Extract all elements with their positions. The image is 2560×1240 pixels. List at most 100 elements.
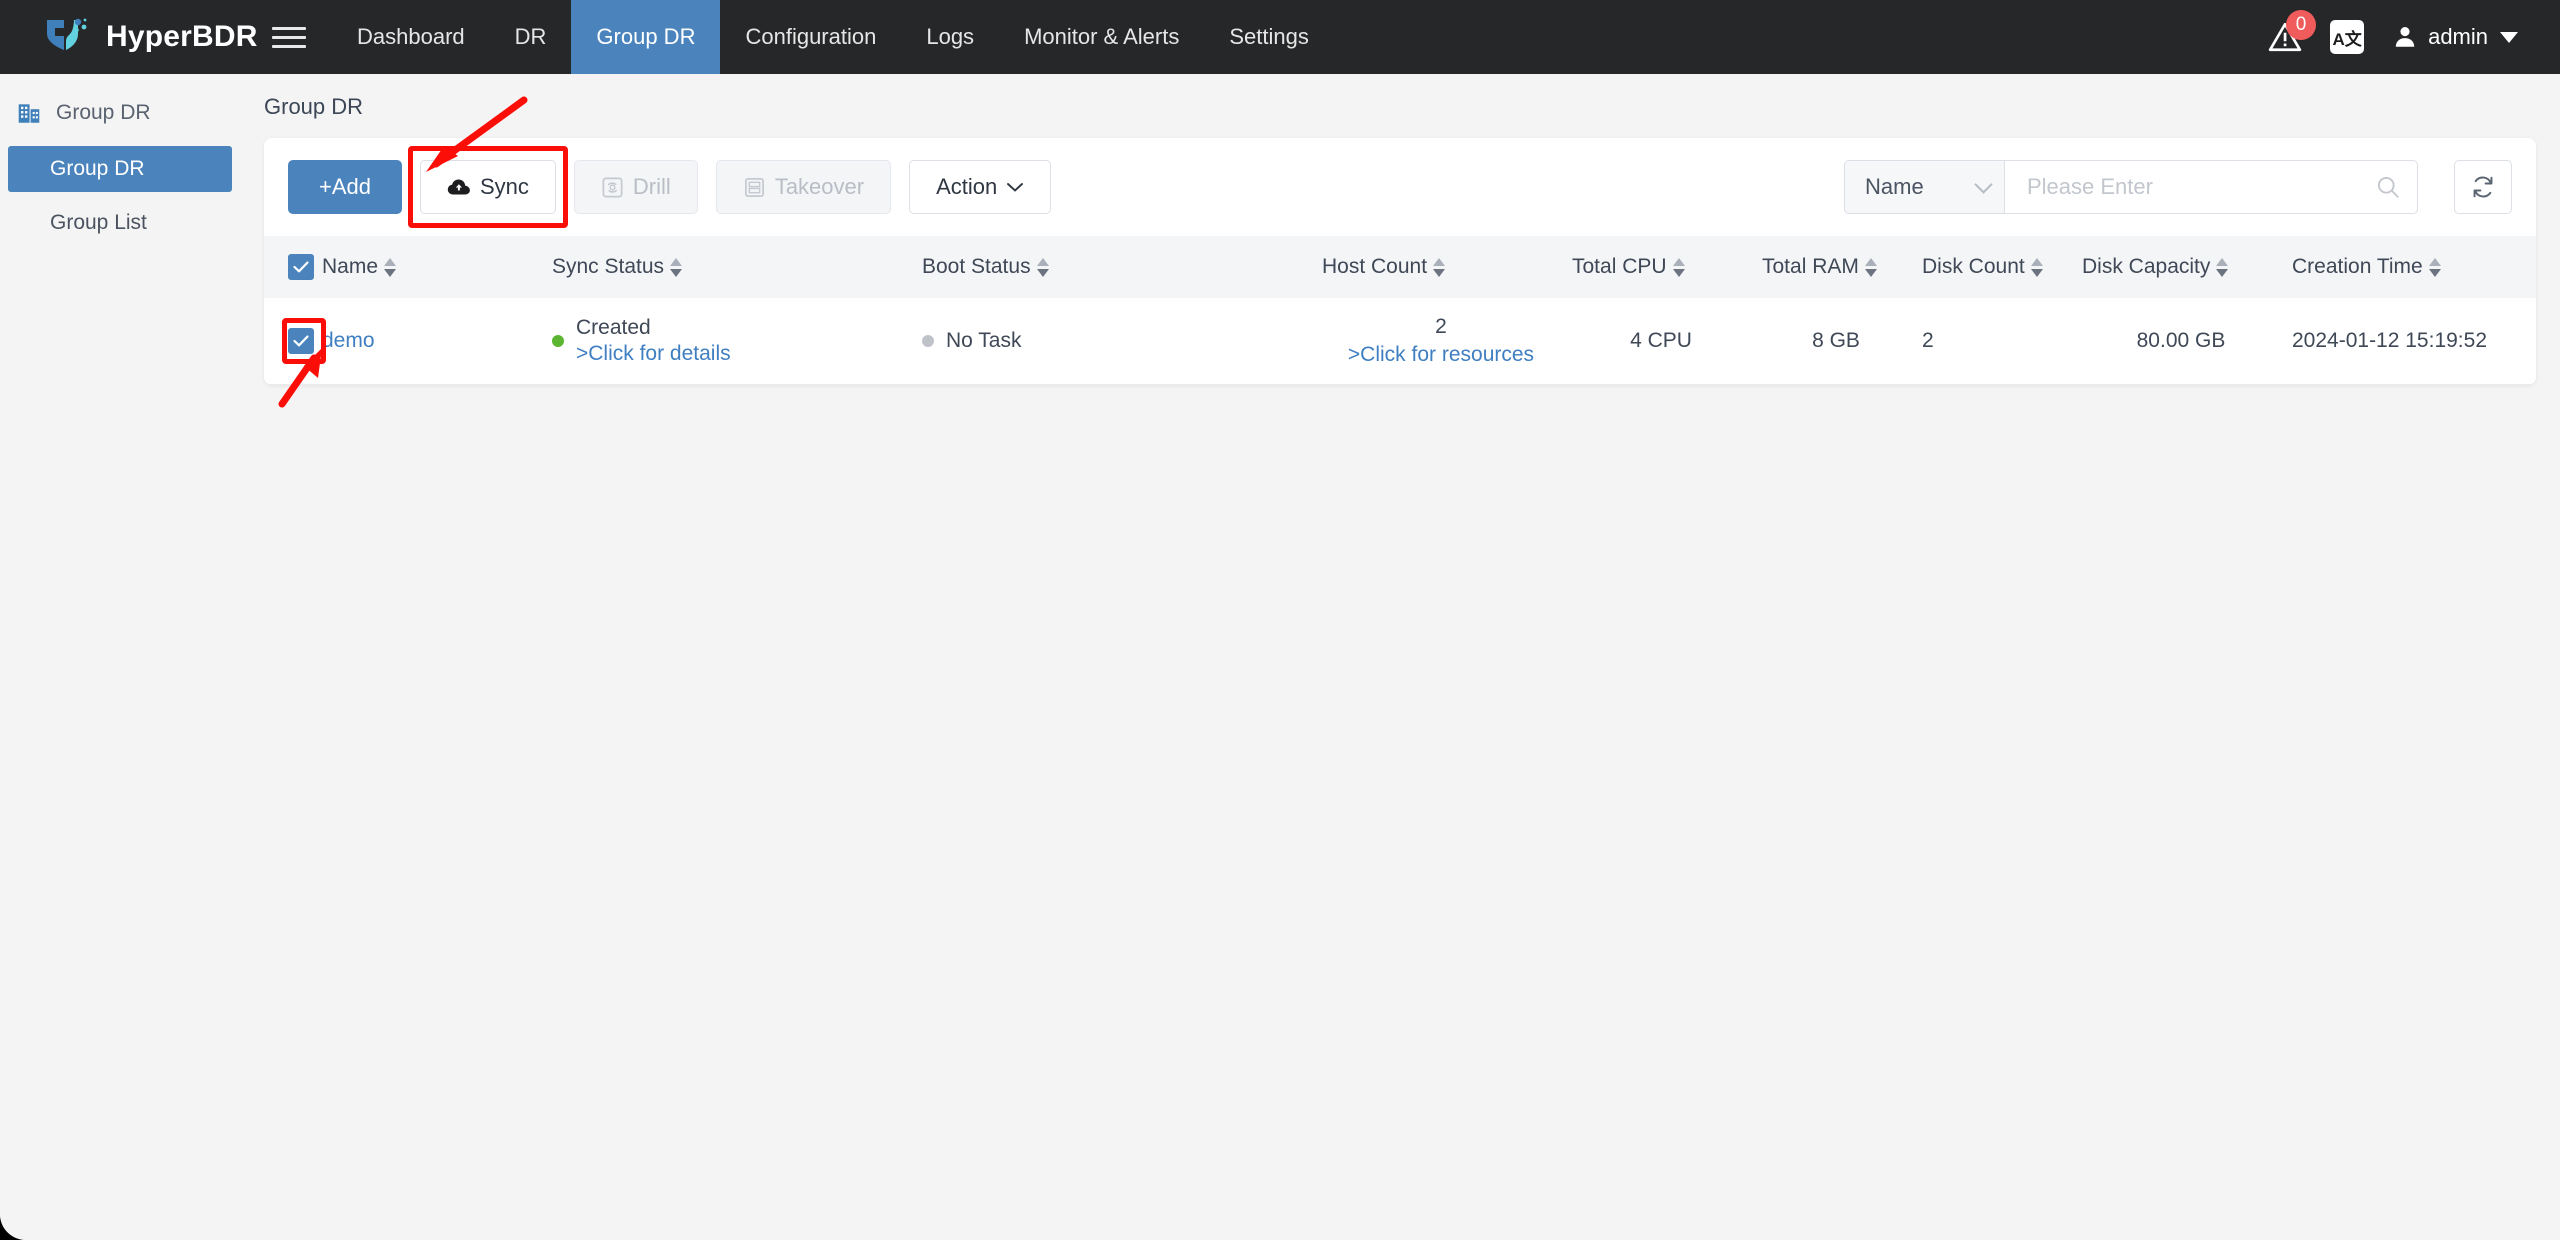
refresh-icon xyxy=(2473,176,2493,198)
nav-item-logs[interactable]: Logs xyxy=(901,0,999,74)
alert-count-badge: 0 xyxy=(2286,10,2317,40)
column-header-label: Disk Capacity xyxy=(2082,255,2211,278)
cell-boot-status: No Task xyxy=(916,298,1316,385)
refresh-button[interactable] xyxy=(2454,160,2512,214)
sync-status-details-link[interactable]: >Click for details xyxy=(576,341,731,367)
column-header-label: Boot Status xyxy=(922,255,1031,278)
column-header-host-count[interactable]: Host Count xyxy=(1316,236,1566,298)
cell-disk-capacity: 80.00 GB xyxy=(2076,298,2286,385)
chevron-down-icon xyxy=(2500,31,2518,43)
column-header-name[interactable]: Name xyxy=(316,236,546,298)
cell-sync-status: Created >Click for details xyxy=(546,298,916,385)
column-header-label: Disk Count xyxy=(1922,255,2025,278)
search-input[interactable] xyxy=(2027,174,2375,200)
select-all-checkbox[interactable] xyxy=(288,254,314,280)
application-window: HyperBDR Dashboard DR Group DR Configura… xyxy=(0,0,2560,1240)
sidebar-item-group-dr[interactable]: Group DR xyxy=(8,146,232,192)
group-dr-table: Name Sync Status Boot Status Host Count … xyxy=(264,236,2536,385)
nav-item-configuration[interactable]: Configuration xyxy=(720,0,901,74)
column-header-label: Name xyxy=(322,255,379,278)
sort-toggle-icon[interactable] xyxy=(1672,257,1685,277)
toolbar: +Add Sync Drill Takeover Action Name Ple… xyxy=(264,138,2536,236)
cell-name: demo xyxy=(316,298,546,385)
sort-toggle-icon[interactable] xyxy=(1864,257,1877,277)
column-header-creation-time[interactable]: Creation Time xyxy=(2286,236,2536,298)
sync-status-dot xyxy=(552,334,564,347)
sidebar-section-header: Group DR xyxy=(0,88,240,138)
action-dropdown-button[interactable]: Action xyxy=(909,160,1052,214)
group-name-link[interactable]: demo xyxy=(322,329,375,352)
search-icon[interactable] xyxy=(2375,174,2401,200)
table-header-row: Name Sync Status Boot Status Host Count … xyxy=(264,236,2536,298)
host-count-value: 2 xyxy=(1435,314,1447,338)
row-select-cell xyxy=(264,298,326,385)
column-header-total-ram[interactable]: Total RAM xyxy=(1756,236,1916,298)
chevron-down-icon xyxy=(1007,183,1024,192)
cloud-upload-icon xyxy=(447,179,470,195)
building-icon xyxy=(18,104,40,123)
sort-toggle-icon[interactable] xyxy=(670,257,683,277)
column-header-disk-capacity[interactable]: Disk Capacity xyxy=(2076,236,2286,298)
search-field-select[interactable]: Name xyxy=(1844,160,2004,214)
column-header-total-cpu[interactable]: Total CPU xyxy=(1566,236,1756,298)
content-area: Group DR +Add Sync Drill Takeover Action… xyxy=(240,74,2560,1240)
user-menu[interactable]: admin xyxy=(2392,23,2518,51)
nav-item-dashboard[interactable]: Dashboard xyxy=(332,0,490,74)
boot-status-text: No Task xyxy=(946,328,1022,352)
nav-item-dr[interactable]: DR xyxy=(490,0,572,74)
column-header-label: Total RAM xyxy=(1762,255,1859,278)
column-header-label: Host Count xyxy=(1322,255,1428,278)
row-select-checkbox[interactable] xyxy=(288,327,314,354)
sort-toggle-icon[interactable] xyxy=(1036,257,1049,277)
sort-toggle-icon[interactable] xyxy=(2030,257,2043,277)
column-header-label: Creation Time xyxy=(2292,255,2423,278)
host-resources-link[interactable]: >Click for resources xyxy=(1322,343,1560,367)
search-field-value: Name xyxy=(1865,174,1924,199)
drill-button-label: Drill xyxy=(632,174,671,199)
group-dr-card: +Add Sync Drill Takeover Action Name Ple… xyxy=(264,138,2536,385)
sort-toggle-icon[interactable] xyxy=(384,257,397,277)
nav-item-settings[interactable]: Settings xyxy=(1204,0,1334,74)
brand-name: HyperBDR xyxy=(106,20,258,53)
search-input-wrapper xyxy=(2004,160,2418,214)
column-header-label: Total CPU xyxy=(1572,255,1667,278)
breadcrumb: Group DR xyxy=(264,94,364,119)
column-header-disk-count[interactable]: Disk Count xyxy=(1916,236,2076,298)
action-button-label: Action xyxy=(936,174,998,199)
sort-toggle-icon[interactable] xyxy=(2428,257,2441,277)
table-row[interactable]: demo Created >Click for details No Task … xyxy=(264,298,2536,385)
column-header-label: Sync Status xyxy=(552,255,665,278)
boot-status-dot xyxy=(922,334,934,347)
hyperbdr-logo-icon xyxy=(47,18,87,50)
takeover-button-label: Takeover xyxy=(774,174,865,199)
column-header-sync-status[interactable]: Sync Status xyxy=(546,236,916,298)
sort-toggle-icon[interactable] xyxy=(1433,257,1446,277)
main-nav: Dashboard DR Group DR Configuration Logs… xyxy=(332,0,1334,74)
cell-host-count: 2 >Click for resources xyxy=(1316,298,1566,385)
top-navigation-bar: HyperBDR Dashboard DR Group DR Configura… xyxy=(0,0,2560,74)
alerts-button[interactable]: 0 xyxy=(2268,10,2317,54)
nav-item-group-dr[interactable]: Group DR xyxy=(571,0,721,74)
takeover-button[interactable]: Takeover xyxy=(715,160,892,214)
sidebar-item-group-list[interactable]: Group List xyxy=(8,200,232,246)
sync-button-wrapper: Sync xyxy=(408,146,568,228)
select-all-cell xyxy=(264,236,316,298)
sync-button[interactable]: Sync xyxy=(420,160,556,214)
server-takeover-icon xyxy=(744,177,764,197)
chevron-down-icon xyxy=(1974,174,1993,194)
user-avatar-icon xyxy=(2395,27,2415,47)
cell-total-cpu: 4 CPU xyxy=(1566,298,1756,385)
hamburger-menu-icon[interactable] xyxy=(272,22,306,52)
column-header-boot-status[interactable]: Boot Status xyxy=(916,236,1316,298)
sync-status-text: Created xyxy=(576,315,651,339)
language-translate-icon[interactable]: A文 xyxy=(2330,20,2365,54)
sort-toggle-icon[interactable] xyxy=(2216,257,2229,277)
topbar-actions: 0 A文 admin xyxy=(2268,10,2560,54)
brand: HyperBDR xyxy=(0,16,257,58)
cell-total-ram: 8 GB xyxy=(1756,298,1916,385)
nav-item-monitor-alerts[interactable]: Monitor & Alerts xyxy=(999,0,1204,74)
sidebar-header-label: Group DR xyxy=(56,101,151,124)
drill-button[interactable]: Drill xyxy=(573,160,698,214)
add-button[interactable]: +Add xyxy=(288,160,402,214)
sync-button-label: Sync xyxy=(480,174,529,199)
